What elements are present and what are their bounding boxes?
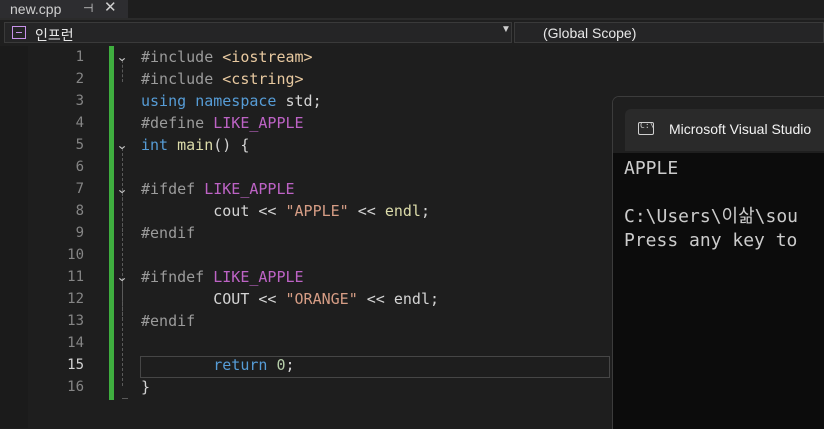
code-text: #define LIKE_APPLE (141, 112, 304, 134)
close-icon[interactable]: ✕ (104, 0, 117, 17)
fold-guide-end (122, 398, 128, 399)
macro-name: LIKE_APPLE (213, 114, 304, 132)
line-number: 1 (75, 49, 84, 65)
punctuation: ; (420, 202, 430, 220)
line-number: 2 (75, 71, 84, 87)
identifier: COUT (141, 290, 259, 308)
code-text: #ifdef LIKE_APPLE (141, 178, 295, 200)
string-literal: "APPLE" (285, 202, 349, 220)
console-icon-glyph: C:\ (640, 121, 655, 130)
line-number: 15 (67, 357, 84, 373)
line-number: 10 (67, 247, 84, 263)
line-number: 6 (75, 159, 84, 175)
preprocessor-keyword: #define (141, 114, 214, 132)
console-output: APPLE​C:\Users\이삶\sou Press any key to (624, 157, 798, 253)
header-name: <iostream> (222, 48, 313, 66)
console-titlebar: C:\ Microsoft Visual Studio (613, 97, 824, 153)
preprocessor-keyword: #include (141, 48, 223, 66)
operator: << (357, 290, 394, 308)
keyword: namespace (195, 92, 277, 110)
code-text: #include <iostream> (141, 46, 313, 68)
line-number: 11 (67, 269, 84, 285)
string-literal: "ORANGE" (285, 290, 358, 308)
code-text: cout << "APPLE" << endl; (141, 200, 430, 222)
navigation-bar: 인프런 ▼ (Global Scope) (0, 20, 824, 47)
chevron-down-icon[interactable]: ▼ (501, 24, 511, 35)
preprocessor-keyword: #ifndef (141, 268, 214, 286)
code-text: #include <cstring> (141, 68, 304, 90)
console-line: Press any key to (624, 230, 798, 251)
code-text: } (141, 376, 150, 398)
console-line: APPLE (624, 158, 679, 179)
debug-console-window[interactable]: C:\ Microsoft Visual Studio APPLE​C:\Use… (612, 96, 824, 429)
code-line[interactable]: 1 ⌄ #include <iostream> (0, 46, 824, 68)
console-icon: C:\ (638, 121, 655, 135)
console-line: ​ (624, 181, 798, 205)
keyword: int (141, 136, 169, 154)
line-number: 16 (67, 379, 84, 395)
preprocessor-keyword: #endif (141, 312, 196, 330)
fold-chevron-icon[interactable]: ⌄ (116, 46, 128, 68)
identifier: cout (141, 202, 259, 220)
function-name: endl (384, 202, 421, 220)
line-number: 7 (75, 181, 84, 197)
line-number: 4 (75, 115, 84, 131)
code-text: #endif (141, 310, 195, 332)
project-dropdown[interactable]: 인프런 ▼ (4, 22, 512, 43)
fold-chevron-icon[interactable]: ⌄ (116, 178, 128, 200)
fold-chevron-icon[interactable]: ⌄ (116, 134, 128, 156)
code-text: using namespace std; (141, 90, 322, 112)
identifier: std; (276, 92, 322, 110)
keyword: using (141, 92, 187, 110)
number-literal: 0 (276, 356, 286, 374)
keyword: return (213, 356, 268, 374)
preprocessor-keyword: #ifdef (141, 180, 205, 198)
operator: << (258, 290, 277, 308)
code-line[interactable]: 2 #include <cstring> (0, 68, 824, 90)
preprocessor-keyword: #endif (141, 224, 196, 242)
code-text: #endif (141, 222, 195, 244)
line-number: 9 (75, 225, 84, 241)
console-title: Microsoft Visual Studio (669, 121, 812, 137)
punctuation: () { (213, 136, 250, 154)
line-number: 14 (67, 335, 84, 351)
punctuation: ; (285, 356, 295, 374)
code-text: int main() { (141, 134, 249, 156)
header-name: <cstring> (222, 70, 304, 88)
function-name: main (177, 136, 214, 154)
console-line: C:\Users\이삶\sou (624, 206, 798, 227)
code-text: return 0; (141, 354, 295, 376)
preprocessor-keyword: #include (141, 70, 223, 88)
document-tab-new-cpp[interactable]: new.cpp ⊣ ✕ (0, 0, 128, 18)
line-number: 5 (75, 137, 84, 153)
operator: << (258, 202, 277, 220)
pin-icon[interactable]: ⊣ (83, 0, 93, 16)
fold-chevron-icon[interactable]: ⌄ (116, 266, 128, 288)
scope-label: (Global Scope) (543, 25, 637, 41)
macro-name: LIKE_APPLE (204, 180, 295, 198)
line-number: 3 (75, 93, 84, 109)
tab-filename: new.cpp (10, 1, 62, 17)
line-number: 12 (67, 291, 84, 307)
punctuation: } (141, 378, 151, 396)
code-text: #ifndef LIKE_APPLE (141, 266, 304, 288)
project-label: 인프런 (35, 27, 74, 43)
code-text: COUT << "ORANGE" << endl; (141, 288, 439, 310)
project-icon (12, 26, 26, 39)
document-tab-strip: new.cpp ⊣ ✕ (0, 0, 824, 18)
macro-name: LIKE_APPLE (213, 268, 304, 286)
scope-dropdown[interactable]: (Global Scope) (514, 22, 824, 43)
console-tab[interactable]: C:\ Microsoft Visual Studio (625, 109, 824, 151)
line-number: 8 (75, 203, 84, 219)
identifier: endl (393, 290, 430, 308)
line-number: 13 (67, 313, 84, 329)
punctuation: ; (430, 290, 440, 308)
operator: << (348, 202, 385, 220)
